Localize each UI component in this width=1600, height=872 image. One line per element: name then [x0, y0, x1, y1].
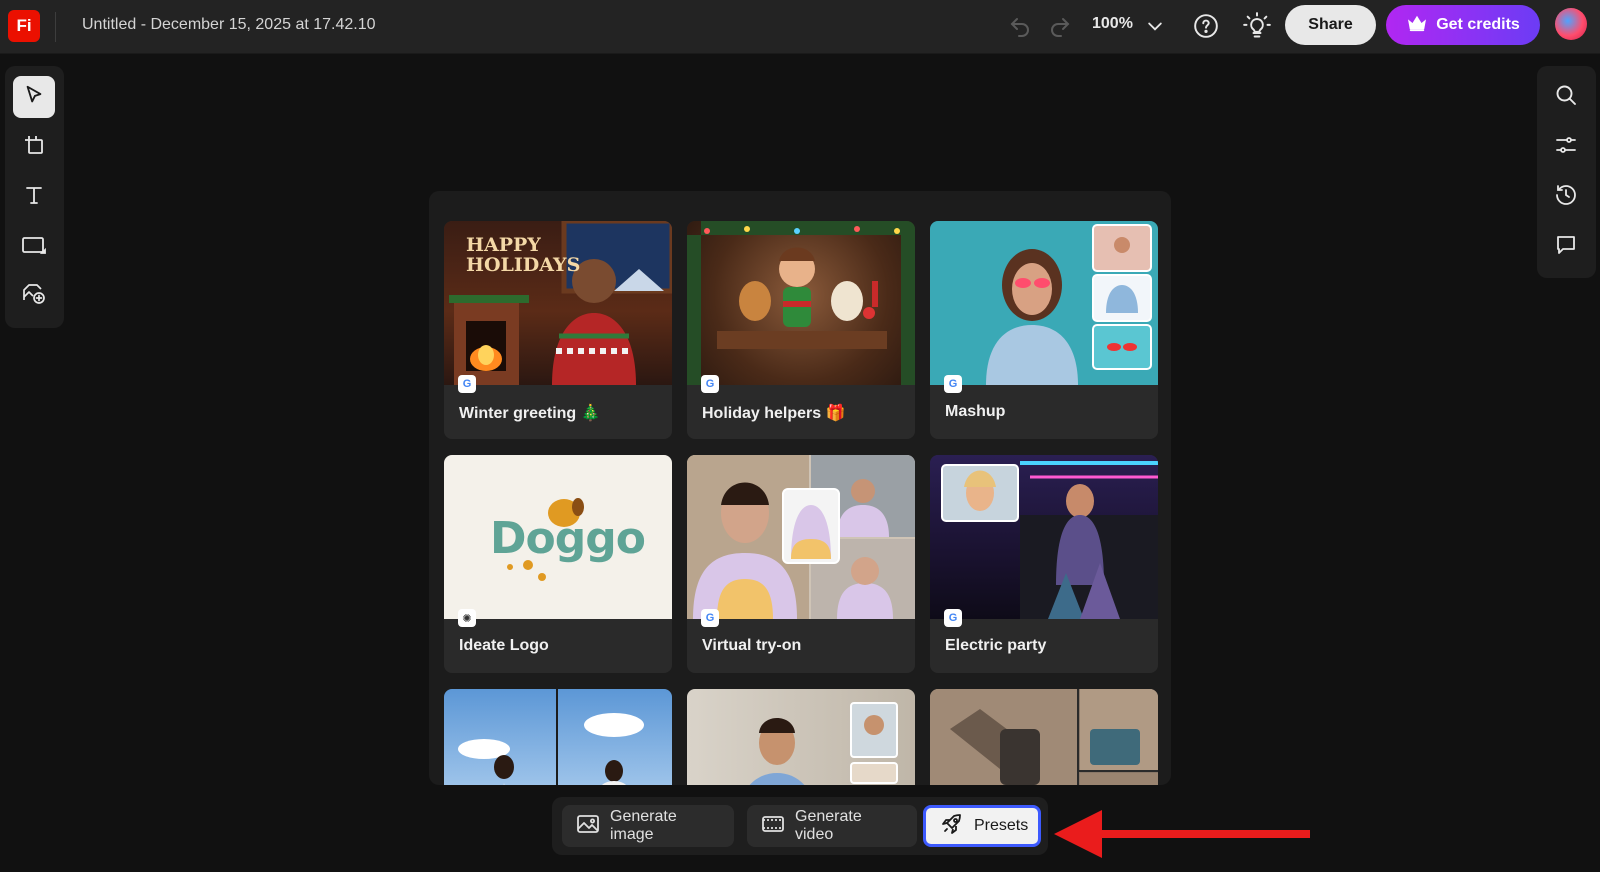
left-toolbar — [5, 66, 64, 328]
text-tool[interactable] — [13, 176, 55, 218]
thumb-text-happy: HAPPY — [466, 234, 541, 256]
avatar[interactable] — [1555, 8, 1587, 40]
preset-card-row3-3[interactable] — [930, 689, 1158, 785]
preset-card-mashup[interactable]: G Mashup — [930, 221, 1158, 439]
search-icon — [1554, 83, 1578, 112]
help-icon[interactable] — [1191, 11, 1221, 41]
presets-panel: HAPPY HOLIDAYS G Winter greeting 🎄 G Hol… — [429, 191, 1171, 785]
generate-image-button[interactable]: Generate image — [562, 805, 734, 847]
preset-thumbnail — [930, 221, 1158, 385]
preset-label: Winter greeting 🎄 — [459, 405, 601, 422]
thumb-text-doggo: Doggo — [490, 513, 646, 564]
google-model-badge: G — [701, 609, 719, 627]
annotation-arrow — [1052, 808, 1312, 865]
preset-card-holiday-helpers[interactable]: G Holiday helpers 🎁 — [687, 221, 915, 439]
adjustments-icon — [1554, 133, 1578, 162]
history-button[interactable] — [1545, 176, 1587, 218]
preset-card-winter-greeting[interactable]: HAPPY HOLIDAYS G Winter greeting 🎄 — [444, 221, 672, 439]
rectangle-icon — [21, 233, 47, 262]
share-button[interactable]: Share — [1285, 5, 1376, 45]
google-model-badge: G — [944, 609, 962, 627]
preset-thumbnail — [687, 221, 915, 385]
get-credits-label: Get credits — [1436, 16, 1520, 33]
thumb-text-holidays: HOLIDAYS — [466, 254, 581, 276]
preset-thumbnail — [687, 689, 915, 785]
top-bar: Fi Untitled - December 15, 2025 at 17.42… — [0, 0, 1600, 54]
add-image-icon — [21, 281, 47, 310]
search-button[interactable] — [1545, 76, 1587, 118]
video-icon — [761, 813, 785, 840]
preset-thumbnail — [930, 689, 1158, 785]
preset-label: Ideate Logo — [459, 637, 549, 654]
zoom-level[interactable]: 100% — [1092, 15, 1133, 33]
google-model-badge: G — [458, 375, 476, 393]
google-model-badge: G — [701, 375, 719, 393]
preset-card-row3-1[interactable] — [444, 689, 672, 785]
app-logo-text: Fi — [16, 16, 32, 35]
redo-icon[interactable] — [1046, 13, 1074, 41]
shape-tool[interactable] — [13, 226, 55, 268]
openai-model-badge: ✺ — [458, 609, 476, 627]
comment-icon — [1554, 233, 1578, 262]
document-title[interactable]: Untitled - December 15, 2025 at 17.42.10 — [82, 16, 376, 34]
preset-label: Mashup — [945, 403, 1006, 420]
preset-label: Electric party — [945, 637, 1047, 654]
app-logo[interactable]: Fi — [8, 10, 40, 42]
preset-thumbnail: HAPPY HOLIDAYS — [444, 221, 672, 385]
history-icon — [1554, 183, 1578, 212]
preset-thumbnail — [930, 455, 1158, 619]
presets-button[interactable]: Presets — [923, 805, 1041, 847]
generate-video-button[interactable]: Generate video — [747, 805, 917, 847]
artboard-tool[interactable] — [13, 126, 55, 168]
preset-label: Virtual try-on — [702, 637, 802, 654]
presets-label: Presets — [974, 817, 1029, 834]
preset-card-ideate-logo[interactable]: Doggo ✺ Ideate Logo — [444, 455, 672, 673]
header-divider — [55, 12, 56, 42]
comment-button[interactable] — [1545, 226, 1587, 268]
preset-card-electric-party[interactable]: G Electric party — [930, 455, 1158, 673]
preset-thumbnail: Doggo — [444, 455, 672, 619]
select-tool[interactable] — [13, 76, 55, 118]
add-image-tool[interactable] — [13, 274, 55, 316]
generate-image-label: Generate image — [610, 808, 677, 843]
crown-icon — [1406, 14, 1428, 37]
artboard-icon — [22, 133, 46, 162]
preset-card-virtual-try-on[interactable]: G Virtual try-on — [687, 455, 915, 673]
preset-label: Holiday helpers 🎁 — [702, 405, 846, 422]
preset-thumbnail — [444, 689, 672, 785]
undo-icon[interactable] — [1006, 13, 1034, 41]
bottom-action-bar: Generate image Generate video Presets — [552, 797, 1048, 855]
google-model-badge: G — [944, 375, 962, 393]
text-icon — [22, 183, 46, 212]
adjustments-button[interactable] — [1545, 126, 1587, 168]
preset-card-row3-2[interactable] — [687, 689, 915, 785]
right-toolbar — [1537, 66, 1596, 278]
chevron-down-icon[interactable] — [1143, 14, 1167, 38]
cursor-arrow-icon — [23, 84, 45, 111]
lightbulb-icon[interactable] — [1241, 10, 1273, 42]
preset-thumbnail — [687, 455, 915, 619]
rocket-icon — [940, 812, 964, 841]
generate-video-label: Generate video — [795, 808, 862, 843]
get-credits-button[interactable]: Get credits — [1386, 5, 1540, 45]
image-icon — [576, 813, 600, 840]
